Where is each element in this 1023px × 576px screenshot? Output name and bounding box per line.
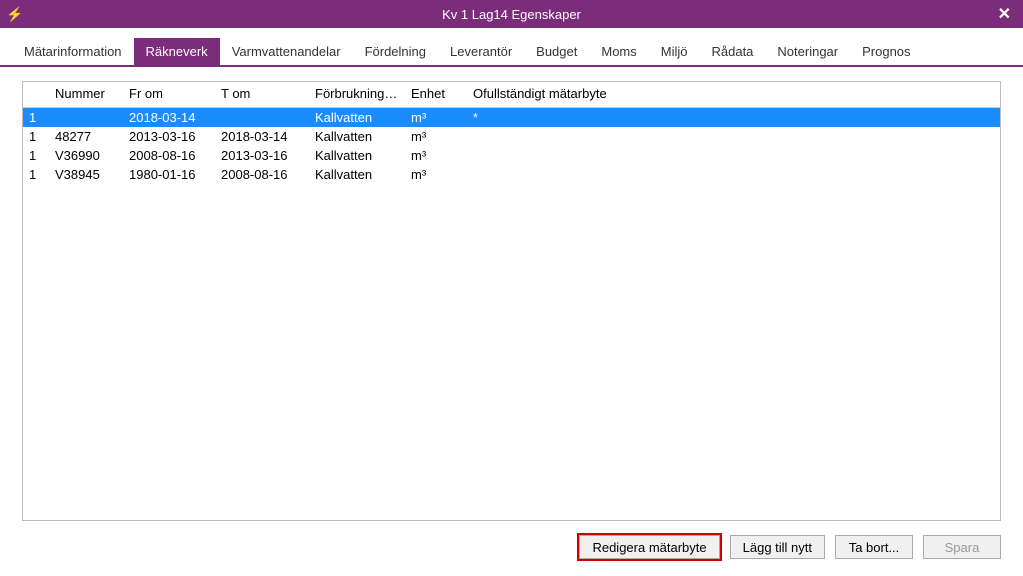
cell-unit: m³	[405, 127, 467, 146]
cell-unit: m³	[405, 165, 467, 184]
tab-miljö[interactable]: Miljö	[649, 38, 700, 65]
cell-nummer: V38945	[49, 165, 123, 184]
cell-incomplete	[467, 146, 1000, 165]
cell-cons: Kallvatten	[309, 146, 405, 165]
tab-moms[interactable]: Moms	[589, 38, 648, 65]
cell-unit: m³	[405, 108, 467, 128]
cell-incomplete: *	[467, 108, 1000, 128]
edit-meter-change-button[interactable]: Redigera mätarbyte	[579, 535, 719, 559]
tab-prognos[interactable]: Prognos	[850, 38, 922, 65]
bolt-icon: ⚡	[6, 6, 23, 23]
cell-nummer	[49, 108, 123, 128]
cell-idx: 1	[23, 165, 49, 184]
tab-räkneverk[interactable]: Räkneverk	[134, 38, 220, 65]
cell-idx: 1	[23, 108, 49, 128]
table-row[interactable]: 1 2018-03-14 Kallvattenm³*	[23, 108, 1000, 128]
col-to[interactable]: T om	[215, 82, 309, 108]
cell-to	[215, 108, 309, 128]
window-title: Kv 1 Lag14 Egenskaper	[0, 7, 1023, 22]
close-icon[interactable]: ✕	[992, 4, 1017, 24]
tab-budget[interactable]: Budget	[524, 38, 589, 65]
title-bar: ⚡ Kv 1 Lag14 Egenskaper ✕	[0, 0, 1023, 28]
table-header-row: Nummer Fr om T om Förbruknings... Enhet …	[23, 82, 1000, 108]
cell-to: 2013-03-16	[215, 146, 309, 165]
cell-from: 2008-08-16	[123, 146, 215, 165]
remove-button[interactable]: Ta bort...	[835, 535, 913, 559]
cell-incomplete	[467, 127, 1000, 146]
cell-nummer: 48277	[49, 127, 123, 146]
cell-to: 2008-08-16	[215, 165, 309, 184]
cell-cons: Kallvatten	[309, 165, 405, 184]
footer-buttons: Redigera mätarbyte Lägg till nytt Ta bor…	[0, 529, 1023, 559]
cell-cons: Kallvatten	[309, 108, 405, 128]
col-nummer[interactable]: Nummer	[49, 82, 123, 108]
table-row[interactable]: 1482772013-03-162018-03-14Kallvattenm³	[23, 127, 1000, 146]
col-unit[interactable]: Enhet	[405, 82, 467, 108]
col-from[interactable]: Fr om	[123, 82, 215, 108]
tab-leverantör[interactable]: Leverantör	[438, 38, 524, 65]
table-row[interactable]: 1V369902008-08-162013-03-16Kallvattenm³	[23, 146, 1000, 165]
tab-content: Nummer Fr om T om Förbruknings... Enhet …	[0, 67, 1023, 529]
data-grid[interactable]: Nummer Fr om T om Förbruknings... Enhet …	[22, 81, 1001, 521]
cell-from: 2018-03-14	[123, 108, 215, 128]
add-new-button[interactable]: Lägg till nytt	[730, 535, 825, 559]
cell-nummer: V36990	[49, 146, 123, 165]
cell-unit: m³	[405, 146, 467, 165]
cell-from: 2013-03-16	[123, 127, 215, 146]
col-consumption[interactable]: Förbruknings...	[309, 82, 405, 108]
tab-mätarinformation[interactable]: Mätarinformation	[12, 38, 134, 65]
cell-cons: Kallvatten	[309, 127, 405, 146]
col-incomplete[interactable]: Ofullständigt mätarbyte	[467, 82, 1000, 108]
table-row[interactable]: 1V389451980-01-162008-08-16Kallvattenm³	[23, 165, 1000, 184]
cell-from: 1980-01-16	[123, 165, 215, 184]
cell-to: 2018-03-14	[215, 127, 309, 146]
tab-bar: MätarinformationRäkneverkVarmvattenandel…	[0, 28, 1023, 67]
cell-idx: 1	[23, 146, 49, 165]
col-index[interactable]	[23, 82, 49, 108]
tab-noteringar[interactable]: Noteringar	[765, 38, 850, 65]
tab-fördelning[interactable]: Fördelning	[353, 38, 438, 65]
cell-idx: 1	[23, 127, 49, 146]
tab-varmvattenandelar[interactable]: Varmvattenandelar	[220, 38, 353, 65]
tab-rådata[interactable]: Rådata	[699, 38, 765, 65]
save-button[interactable]: Spara	[923, 535, 1001, 559]
cell-incomplete	[467, 165, 1000, 184]
